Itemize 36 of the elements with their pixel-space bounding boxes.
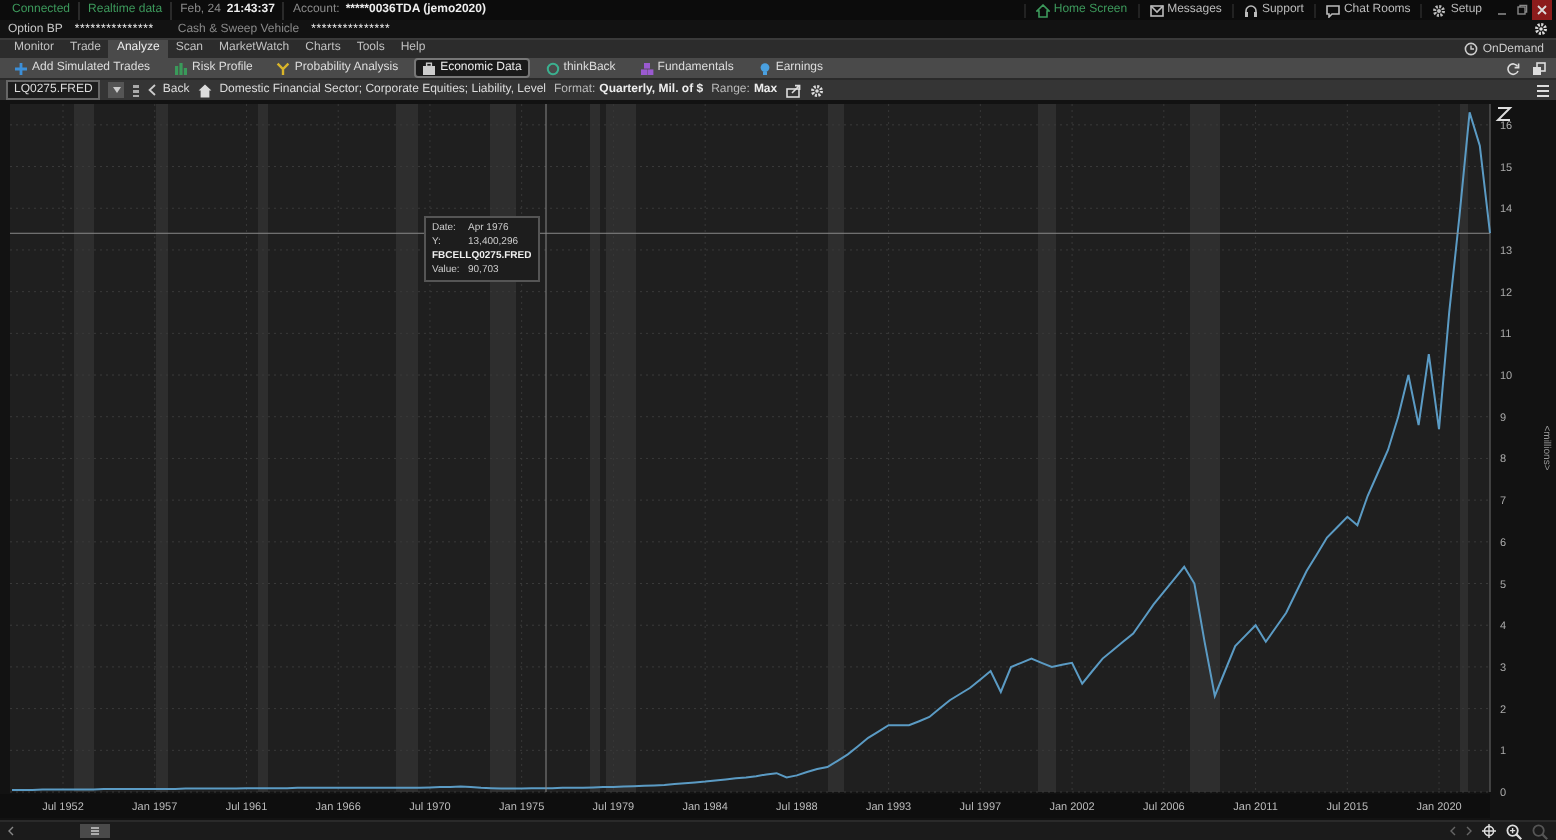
home-icon[interactable] [197,83,212,97]
refresh-icon[interactable] [1506,61,1520,75]
settings-icon[interactable] [1534,22,1548,36]
bar-chart-icon [174,61,189,75]
clock-icon [1464,42,1479,56]
restore-button[interactable] [1512,0,1532,20]
chevron-left-icon[interactable] [1450,826,1456,836]
fork-icon [276,61,291,75]
popout-icon[interactable] [1532,61,1546,75]
blocks-icon [639,61,654,75]
close-button[interactable] [1532,0,1552,20]
expand-icon[interactable] [1495,107,1513,121]
chevron-left-icon[interactable] [8,826,14,836]
circle-icon [545,61,560,75]
headset-icon [1243,3,1258,17]
home-icon [1035,3,1050,17]
list-icon[interactable] [1536,83,1550,97]
restore-icon [1516,4,1528,16]
settings-icon[interactable] [809,83,824,97]
bars-icon [132,83,141,97]
briefcase-icon [422,61,437,75]
share-icon[interactable] [785,83,802,97]
crosshair-icon[interactable] [1482,824,1496,838]
settings-icon [1432,3,1447,17]
close-icon [1536,4,1548,16]
grip-icon [90,826,100,836]
chevron-right-icon[interactable] [1466,826,1472,836]
plus-icon [14,61,28,75]
chat-bubble-icon [1325,3,1340,17]
caret-icon [111,86,122,94]
lightbulb-icon [757,61,772,75]
chevron-left-icon [148,84,157,96]
envelope-icon [1149,3,1164,17]
scrollbar-thumb[interactable] [80,824,110,838]
dropdown-button[interactable] [108,82,125,98]
zoom-in-icon[interactable] [1506,823,1522,839]
